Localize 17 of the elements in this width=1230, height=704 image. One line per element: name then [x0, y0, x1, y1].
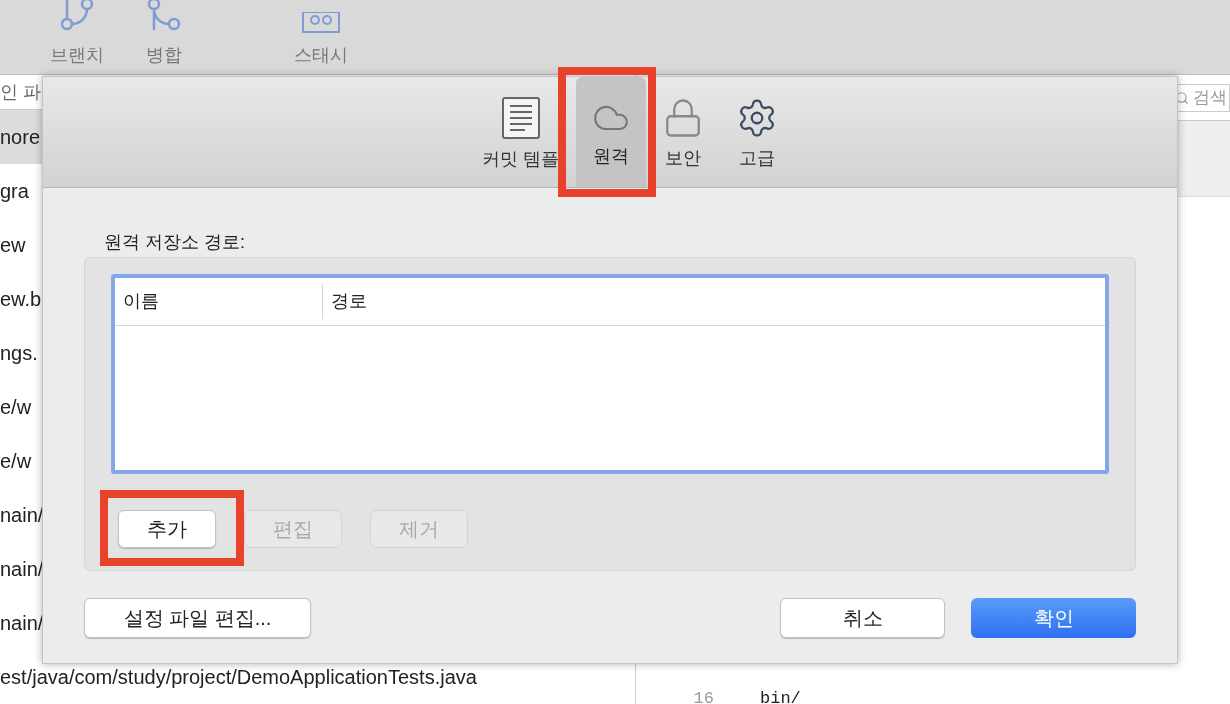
confirm-button[interactable]: 확인	[971, 598, 1136, 638]
column-header: 인 파	[0, 80, 41, 104]
stash-icon	[301, 12, 341, 34]
document-icon	[501, 96, 541, 140]
dialog-button[interactable]: 설정 파일 편집...	[84, 598, 311, 638]
column-header[interactable]: 이름	[123, 288, 159, 315]
preference-tab[interactable]: 보안	[645, 77, 720, 187]
preference-tab[interactable]: 원격	[575, 77, 646, 187]
section-label: 원격 저장소 경로:	[104, 233, 246, 251]
code-line: bin/	[760, 690, 801, 704]
preference-tab[interactable]: 커밋 템플	[466, 77, 576, 187]
dialog-button[interactable]: 취소	[780, 598, 945, 638]
search-icon	[1175, 90, 1189, 105]
preference-tab[interactable]: 고급	[719, 77, 794, 187]
list-button[interactable]: 추가	[118, 510, 216, 548]
column-header[interactable]: 경로	[331, 288, 367, 315]
line-number: 16	[692, 690, 714, 704]
